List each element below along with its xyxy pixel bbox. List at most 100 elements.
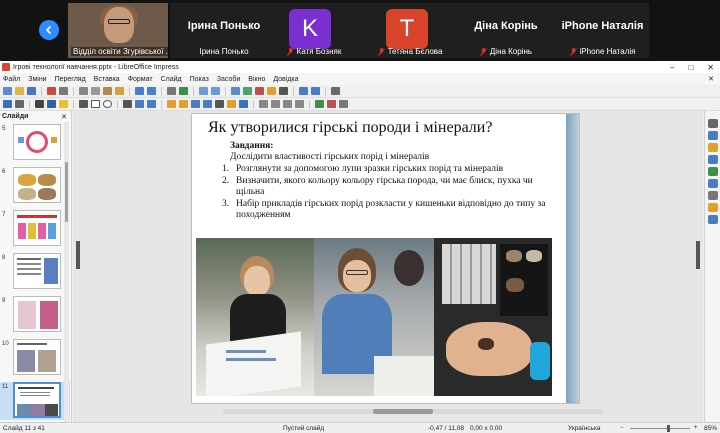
properties-icon[interactable]: [708, 131, 718, 140]
participant-tile[interactable]: Ірина Понько Ірина Понько: [170, 3, 278, 58]
open-icon[interactable]: [15, 87, 24, 95]
zoom-slider-handle[interactable]: [667, 425, 670, 432]
participant-tile[interactable]: T Тетяна Бєлова: [364, 3, 456, 58]
navigator-icon[interactable]: [708, 179, 718, 188]
menu-insert[interactable]: Вставка: [94, 76, 120, 83]
connector-icon[interactable]: [147, 100, 156, 108]
print-icon[interactable]: [59, 87, 68, 95]
task-intro[interactable]: Дослідити властивості гірських порід і м…: [230, 152, 429, 162]
photo-student-drawing[interactable]: [196, 238, 314, 396]
stars-icon[interactable]: [227, 100, 236, 108]
find-icon[interactable]: [167, 87, 176, 95]
canvas-horizontal-scrollbar[interactable]: [223, 409, 603, 414]
line-icon[interactable]: [79, 100, 88, 108]
align-icon[interactable]: [271, 100, 280, 108]
participant-tile-video[interactable]: Відділ освіти Згурівської ...: [68, 3, 168, 58]
export-pdf-icon[interactable]: [47, 87, 56, 95]
slide-thumbnail[interactable]: 8: [0, 253, 70, 291]
insert-image-icon[interactable]: [243, 87, 252, 95]
gallery-prev-button[interactable]: [39, 20, 59, 40]
slides-pane-scrollbar[interactable]: [64, 122, 69, 422]
menu-slide[interactable]: Слайд: [161, 76, 182, 83]
insert-textbox-icon[interactable]: [279, 87, 288, 95]
slide-thumbnail-selected[interactable]: 11: [0, 382, 70, 420]
photo-mineral-samples[interactable]: [434, 238, 552, 396]
cut-icon[interactable]: [79, 87, 88, 95]
slide-photos[interactable]: [196, 238, 552, 396]
zoom-level[interactable]: 85%: [704, 425, 717, 432]
insert-media-icon[interactable]: [255, 87, 264, 95]
clone-formatting-icon[interactable]: [115, 87, 124, 95]
current-slide[interactable]: Як утворилися гірські породи і мінерали?…: [192, 114, 579, 403]
gallery-icon[interactable]: [708, 191, 718, 200]
flowchart-icon[interactable]: [203, 100, 212, 108]
menu-format[interactable]: Формат: [128, 76, 153, 83]
insert-table-icon[interactable]: [231, 87, 240, 95]
curve-icon[interactable]: [135, 100, 144, 108]
close-pane-button[interactable]: ✕: [61, 113, 71, 121]
participant-tile[interactable]: K Катя Бозняк: [264, 3, 364, 58]
animation-icon[interactable]: [708, 167, 718, 176]
menu-view[interactable]: Перегляд: [55, 76, 86, 83]
callouts-icon[interactable]: [215, 100, 224, 108]
menu-help[interactable]: Довідка: [273, 76, 298, 83]
filter-icon[interactable]: [339, 100, 348, 108]
menu-window[interactable]: Вікно: [248, 76, 265, 83]
spellcheck-icon[interactable]: [179, 87, 188, 95]
rotate-icon[interactable]: [259, 100, 268, 108]
fill-color-icon[interactable]: [59, 100, 68, 108]
slide-title[interactable]: Як утворилися гірські породи і мінерали?: [208, 119, 492, 137]
start-slideshow-icon[interactable]: [299, 87, 308, 95]
insert-chart-icon[interactable]: [267, 87, 276, 95]
arrow-icon[interactable]: [123, 100, 132, 108]
save-icon[interactable]: [27, 87, 36, 95]
slide-thumbnail[interactable]: 10: [0, 339, 70, 377]
new-icon[interactable]: [3, 87, 12, 95]
slide-thumbnail[interactable]: 5: [0, 124, 70, 162]
basic-shapes-icon[interactable]: [167, 100, 176, 108]
slide-layout-icon[interactable]: [331, 87, 340, 95]
sidebar-menu-icon[interactable]: [708, 119, 718, 128]
shapes-icon[interactable]: [708, 215, 718, 224]
text-icon[interactable]: [35, 100, 44, 108]
language-status[interactable]: Українська: [568, 425, 601, 432]
menu-edit[interactable]: Зміни: [28, 76, 46, 83]
shadow-icon[interactable]: [315, 100, 324, 108]
task-list[interactable]: 1. Розглянути за допомогою лупи зразки гі…: [222, 164, 552, 222]
slide-transition-icon[interactable]: [708, 155, 718, 164]
distribute-icon[interactable]: [295, 100, 304, 108]
slide-thumbnail[interactable]: 9: [0, 296, 70, 334]
maximize-button[interactable]: □: [688, 63, 693, 72]
undo-icon[interactable]: [135, 87, 144, 95]
arrange-icon[interactable]: [283, 100, 292, 108]
3d-objects-icon[interactable]: [239, 100, 248, 108]
collapse-left-pane-handle[interactable]: [76, 241, 80, 269]
zoom-slider[interactable]: [630, 428, 690, 429]
block-arrows-icon[interactable]: [191, 100, 200, 108]
task-label[interactable]: Завдання:: [230, 141, 273, 151]
menu-slideshow[interactable]: Показ: [190, 76, 209, 83]
styles-icon[interactable]: [708, 203, 718, 212]
collapse-sidebar-handle[interactable]: [696, 241, 700, 269]
master-slides-icon[interactable]: [708, 143, 718, 152]
paste-icon[interactable]: [103, 87, 112, 95]
line-color-icon[interactable]: [47, 100, 56, 108]
participant-tile[interactable]: Діна Корінь Діна Корінь: [456, 3, 556, 58]
slide-canvas[interactable]: Як утворилися гірські породи і мінерали?…: [73, 111, 703, 422]
participant-tile[interactable]: iPhone Наталія iPhone Наталія: [556, 3, 649, 58]
minimize-button[interactable]: –: [670, 63, 674, 72]
slideshow-current-icon[interactable]: [311, 87, 320, 95]
photo-student-magnifier[interactable]: [314, 238, 434, 396]
zoom-out-button[interactable]: −: [620, 425, 624, 431]
rectangle-icon[interactable]: [91, 100, 100, 108]
ellipse-icon[interactable]: [103, 100, 112, 108]
copy-icon[interactable]: [91, 87, 100, 95]
zoom-icon[interactable]: [15, 100, 24, 108]
select-icon[interactable]: [3, 100, 12, 108]
zoom-in-button[interactable]: +: [694, 425, 698, 431]
close-document-button[interactable]: ✕: [708, 75, 720, 83]
close-window-button[interactable]: ✕: [707, 63, 714, 72]
menu-tools[interactable]: Засоби: [217, 76, 241, 83]
redo-icon[interactable]: [147, 87, 156, 95]
display-grid-icon[interactable]: [199, 87, 208, 95]
